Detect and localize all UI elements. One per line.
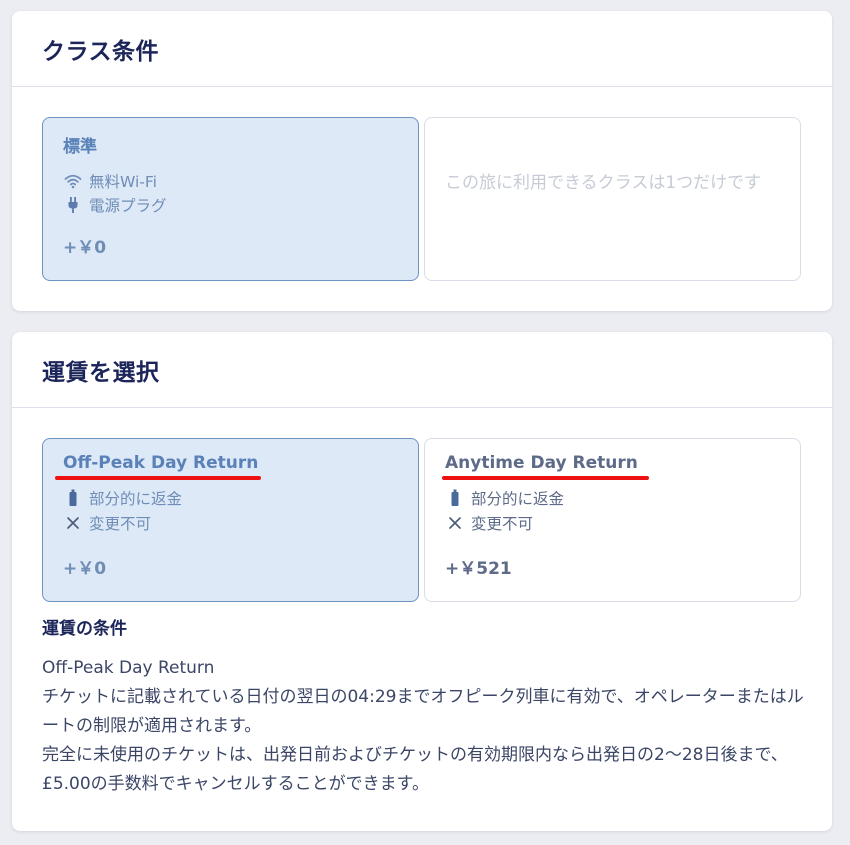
- feature-no-change: 変更不可: [445, 512, 533, 534]
- fare-selection-card: 運賃を選択 Off-Peak Day Return 部分的に返金 変更不可 +￥…: [12, 332, 832, 831]
- feature-label: 電源プラグ: [89, 197, 167, 215]
- class-conditions-title: クラス条件: [42, 38, 160, 65]
- feature-plug: 電源プラグ: [63, 194, 167, 216]
- annotation-underline: [55, 476, 261, 480]
- fare-selection-title: 運賃を選択: [42, 359, 160, 386]
- fare-option-name: Anytime Day Return: [445, 453, 638, 473]
- fare-conditions-line: 完全に未使用のチケットは、出発日前およびチケットの有効期限内なら出発日の2〜28…: [42, 745, 788, 794]
- class-option-name: 標準: [63, 137, 97, 157]
- class-conditions-header: クラス条件: [12, 11, 832, 87]
- class-conditions-card: クラス条件 標準 無料Wi-Fi 電源プラグ +￥0 この旅に利用できるクラスは…: [12, 11, 832, 311]
- fare-conditions-title: 運賃の条件: [42, 619, 127, 639]
- fare-option-off-peak[interactable]: Off-Peak Day Return 部分的に返金 変更不可 +￥0: [42, 438, 419, 602]
- feature-label: 部分的に返金: [471, 490, 565, 508]
- fare-conditions-line: チケットに記載されている日付の翌日の04:29までオフピーク列車に有効で、オペレ…: [42, 687, 804, 736]
- fare-option-price: +￥521: [445, 559, 512, 579]
- annotation-underline: [442, 476, 649, 480]
- feature-wifi: 無料Wi-Fi: [63, 170, 157, 192]
- wifi-icon: [63, 171, 83, 191]
- fare-option-name: Off-Peak Day Return: [63, 453, 259, 473]
- ticket-icon: [63, 488, 83, 508]
- feature-no-change: 変更不可: [63, 512, 151, 534]
- ticket-icon: [445, 488, 465, 508]
- feature-label: 変更不可: [471, 515, 534, 533]
- fare-option-price: +￥0: [63, 559, 107, 579]
- fare-option-anytime[interactable]: Anytime Day Return 部分的に返金 変更不可 +￥521: [424, 438, 801, 602]
- feature-label: 部分的に返金: [89, 490, 183, 508]
- only-one-class-message: この旅に利用できるクラスは1つだけです: [445, 173, 762, 193]
- fare-conditions-line: Off-Peak Day Return: [42, 658, 215, 678]
- feature-label: 変更不可: [89, 515, 152, 533]
- class-option-price: +￥0: [63, 238, 107, 258]
- class-only-one-notice: この旅に利用できるクラスは1つだけです: [424, 117, 801, 281]
- fare-selection-header: 運賃を選択: [12, 332, 832, 408]
- class-option-standard[interactable]: 標準 無料Wi-Fi 電源プラグ +￥0: [42, 117, 419, 281]
- feature-refund: 部分的に返金: [63, 487, 182, 509]
- cross-icon: [445, 513, 465, 533]
- cross-icon: [63, 513, 83, 533]
- feature-refund: 部分的に返金: [445, 487, 564, 509]
- fare-conditions-text: Off-Peak Day Return チケットに記載されている日付の翌日の04…: [42, 654, 812, 799]
- plug-icon: [63, 195, 83, 215]
- feature-label: 無料Wi-Fi: [89, 173, 157, 191]
